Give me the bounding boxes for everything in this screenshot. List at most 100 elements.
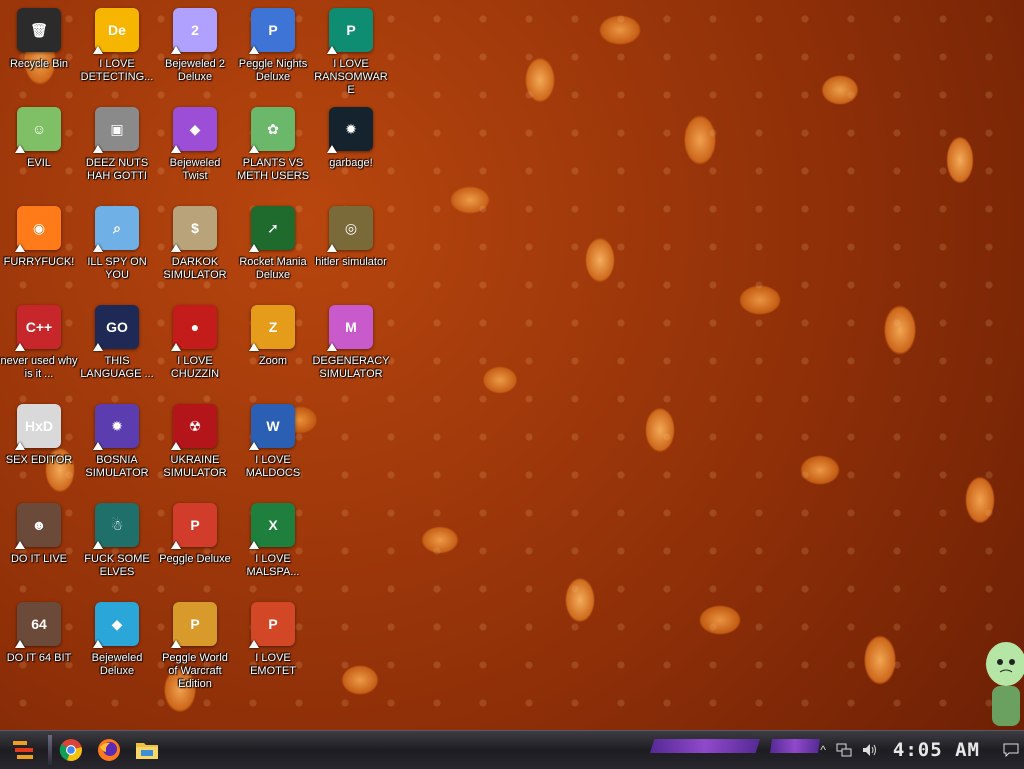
- shortcut-arrow-icon: [93, 640, 103, 648]
- desktop-icon[interactable]: ✿ PLANTS VS METH USERS: [234, 101, 312, 197]
- app-icon: $: [171, 206, 217, 252]
- volume-icon[interactable]: [862, 743, 878, 757]
- desktop-icon-label: I LOVE DETECTING...: [80, 58, 154, 83]
- desktop-icon-label: Peggle World of Warcraft Edition: [162, 652, 228, 690]
- app-icon: X: [249, 503, 295, 549]
- desktop: 🗑 Recycle Bin De I LOVE DETECTING... 2 Bejewe…: [0, 0, 1024, 730]
- shortcut-arrow-icon: [171, 640, 181, 648]
- shortcut-arrow-icon: [249, 442, 259, 450]
- desktop-icon-label: DARKOK SIMULATOR: [163, 256, 227, 281]
- app-icon: ☃: [93, 503, 139, 549]
- desktop-icon[interactable]: HxD SEX EDITOR: [0, 398, 78, 494]
- shortcut-arrow-icon: [93, 442, 103, 450]
- app-icon: ☺: [15, 107, 61, 153]
- notification-icon[interactable]: [1003, 743, 1019, 757]
- desktop-icon-label: DO IT 64 BIT: [6, 652, 72, 664]
- desktop-icon[interactable]: ✹ BOSNIA SIMULATOR: [78, 398, 156, 494]
- desktop-icon[interactable]: 64 DO IT 64 BIT: [0, 596, 78, 692]
- desktop-icon[interactable]: ◉ FURRYFUCK!: [0, 200, 78, 296]
- desktop-icon[interactable]: De I LOVE DETECTING...: [78, 2, 156, 98]
- desktop-icon-label: Rocket Mania Deluxe: [239, 256, 307, 281]
- desktop-icon-label: never used why is it ...: [0, 355, 78, 380]
- taskbar-firefox-button[interactable]: [90, 733, 128, 767]
- desktop-icon[interactable]: P I LOVE RANSOMWARE: [312, 2, 390, 98]
- desktop-icon-label: garbage!: [329, 157, 373, 169]
- taskbar: ^ 4:05 AM: [0, 730, 1024, 769]
- start-button[interactable]: [6, 733, 42, 767]
- desktop-icon-label: Bejeweled Twist: [169, 157, 221, 182]
- app-icon: ✹: [327, 107, 373, 153]
- shortcut-arrow-icon: [171, 343, 181, 351]
- desktop-icon-label: I LOVE MALSPA...: [246, 553, 300, 578]
- network-icon[interactable]: [836, 743, 852, 757]
- app-icon: ☢: [171, 404, 217, 450]
- desktop-icon-label: I LOVE EMOTET: [250, 652, 296, 677]
- desktop-icon[interactable]: $ DARKOK SIMULATOR: [156, 200, 234, 296]
- desktop-icon[interactable]: P Peggle World of Warcraft Edition: [156, 596, 234, 692]
- desktop-icon-label: DEGENERACY SIMULATOR: [312, 355, 390, 380]
- desktop-icon[interactable]: C++ never used why is it ...: [0, 299, 78, 395]
- shortcut-arrow-icon: [15, 145, 25, 153]
- app-icon: ⌕: [93, 206, 139, 252]
- desktop-icon[interactable]: ☺ EVIL: [0, 101, 78, 197]
- desktop-icon-label: Zoom: [258, 355, 288, 367]
- shortcut-arrow-icon: [93, 145, 103, 153]
- app-icon: De: [93, 8, 139, 54]
- desktop-icon[interactable]: ● I LOVE CHUZZIN: [156, 299, 234, 395]
- desktop-icon-label: EVIL: [27, 157, 51, 169]
- desktop-icon[interactable]: P Peggle Nights Deluxe: [234, 2, 312, 98]
- desktop-icon[interactable]: ◆ Bejeweled Twist: [156, 101, 234, 197]
- app-icon: ▣: [93, 107, 139, 153]
- desktop-icon[interactable]: M DEGENERACY SIMULATOR: [312, 299, 390, 395]
- shortcut-arrow-icon: [249, 640, 259, 648]
- app-icon: ◎: [327, 206, 373, 252]
- shortcut-arrow-icon: [249, 244, 259, 252]
- desktop-icon[interactable]: ☻ DO IT LIVE: [0, 497, 78, 593]
- app-icon: Z: [249, 305, 295, 351]
- app-icon: C++: [15, 305, 61, 351]
- desktop-icon[interactable]: ☢ UKRAINE SIMULATOR: [156, 398, 234, 494]
- desktop-icon-label: DO IT LIVE: [10, 553, 68, 565]
- desktop-icon[interactable]: 🗑 Recycle Bin: [0, 2, 78, 98]
- desktop-icon-label: Peggle Nights Deluxe: [238, 58, 308, 83]
- desktop-icon[interactable]: GO THIS LANGUAGE ...: [78, 299, 156, 395]
- clock[interactable]: 4:05 AM: [893, 739, 980, 761]
- shortcut-arrow-icon: [327, 244, 337, 252]
- app-icon: ◆: [93, 602, 139, 648]
- desktop-icon-label: PLANTS VS METH USERS: [236, 157, 310, 182]
- app-icon: ●: [171, 305, 217, 351]
- taskbar-file-explorer-button[interactable]: [128, 733, 166, 767]
- shortcut-arrow-icon: [93, 343, 103, 351]
- desktop-icon-label: FURRYFUCK!: [3, 256, 75, 268]
- shortcut-arrow-icon: [15, 541, 25, 549]
- desktop-icon[interactable]: P I LOVE EMOTET: [234, 596, 312, 692]
- app-icon: P: [327, 8, 373, 54]
- desktop-icon[interactable]: ✹ garbage!: [312, 101, 390, 197]
- shortcut-arrow-icon: [15, 343, 25, 351]
- desktop-icon[interactable]: W I LOVE MALDOCS: [234, 398, 312, 494]
- shortcut-arrow-icon: [327, 46, 337, 54]
- desktop-icon[interactable]: ➚ Rocket Mania Deluxe: [234, 200, 312, 296]
- taskbar-chrome-button[interactable]: [52, 733, 90, 767]
- desktop-icon[interactable]: ◆ Bejeweled Deluxe: [78, 596, 156, 692]
- app-icon: P: [171, 602, 217, 648]
- shortcut-arrow-icon: [171, 244, 181, 252]
- desktop-icon[interactable]: ▣ DEEZ NUTS HAH GOTTI: [78, 101, 156, 197]
- desktop-icon[interactable]: ⌕ ILL SPY ON YOU: [78, 200, 156, 296]
- desktop-icon[interactable]: ◎ hitler simulator: [312, 200, 390, 296]
- desktop-icon-label: Bejeweled 2 Deluxe: [165, 58, 225, 83]
- shortcut-arrow-icon: [249, 541, 259, 549]
- shortcut-arrow-icon: [15, 640, 25, 648]
- desktop-icon[interactable]: 2 Bejeweled 2 Deluxe: [156, 2, 234, 98]
- app-icon: ◆: [171, 107, 217, 153]
- desktop-icon[interactable]: ☃ FUCK SOME ELVES: [78, 497, 156, 593]
- desktop-icon[interactable]: Z Zoom: [234, 299, 312, 395]
- desktop-icon-label: ILL SPY ON YOU: [87, 256, 147, 281]
- desktop-icon[interactable]: X I LOVE MALSPA...: [234, 497, 312, 593]
- desktop-icon[interactable]: P Peggle Deluxe: [156, 497, 234, 593]
- taskbar-decoration-right: [770, 739, 820, 753]
- app-icon: 64: [15, 602, 61, 648]
- app-icon: M: [327, 305, 373, 351]
- tray-overflow-chevron[interactable]: ^: [820, 743, 826, 757]
- shortcut-arrow-icon: [327, 343, 337, 351]
